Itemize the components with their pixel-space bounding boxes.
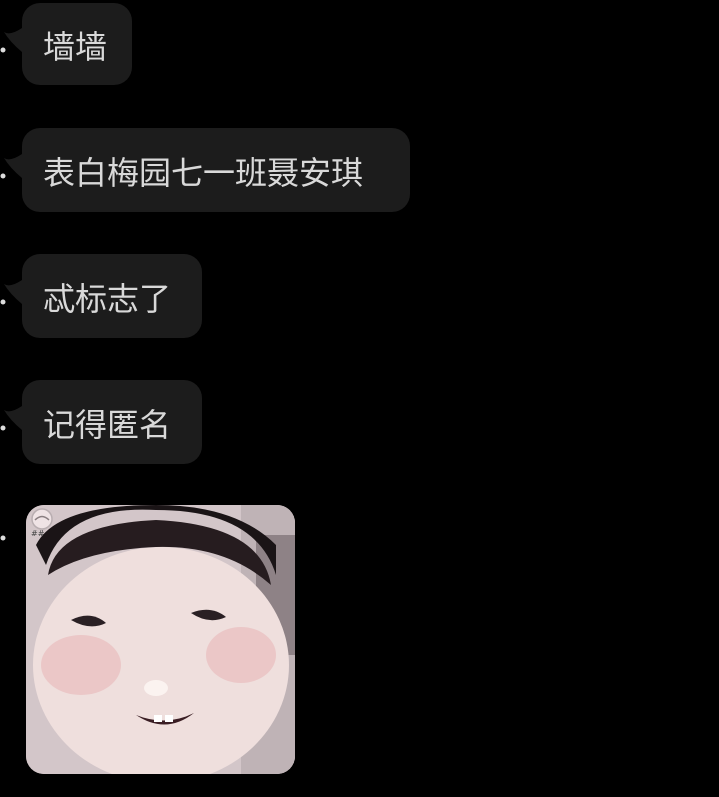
message-bubble[interactable]: 忒标志了 [22,254,202,338]
baby-face-sticker-icon[interactable]: ## [26,505,295,774]
bubble-tail-icon [0,522,22,562]
bubble-tail-icon [0,22,22,62]
message-bubble[interactable]: 记得匿名 [22,380,202,464]
bubble-tail-icon [0,148,22,188]
message-text: 墙墙 [43,28,108,66]
bubble-tail-icon [0,274,22,314]
message-text: 记得匿名 [43,406,172,444]
message-bubble[interactable]: 墙墙 [22,3,132,85]
message-text: 表白梅园七一班聂安琪 [43,154,364,192]
message-bubble[interactable]: 表白梅园七一班聂安琪 [22,128,410,212]
chat-area: 墙墙 表白梅园七一班聂安琪 忒标志了 记得匿名 ## [0,0,719,797]
svg-text:##: ## [31,529,45,538]
message-text: 忒标志了 [43,280,172,318]
bubble-tail-icon [0,400,22,440]
